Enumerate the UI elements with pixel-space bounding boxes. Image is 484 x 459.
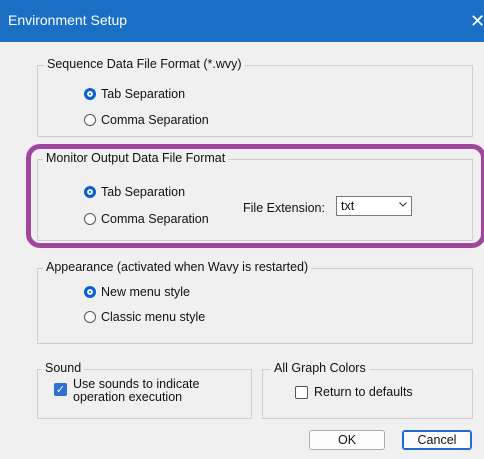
sequence-tab-label: Tab Separation bbox=[101, 87, 186, 101]
sequence-tab-radio[interactable]: Tab Separation bbox=[84, 87, 185, 101]
radio-on-icon bbox=[84, 88, 96, 100]
sounds-line-1: Use sounds to indicate bbox=[73, 377, 200, 391]
classic-menu-label: Classic menu style bbox=[101, 310, 206, 324]
new-menu-label: New menu style bbox=[101, 285, 190, 299]
cancel-button[interactable]: Cancel bbox=[402, 430, 472, 450]
radio-off-icon bbox=[84, 114, 96, 126]
window-title: Environment Setup bbox=[8, 12, 128, 28]
radio-off-icon bbox=[84, 311, 96, 323]
sequence-comma-radio[interactable]: Comma Separation bbox=[84, 113, 209, 127]
title-bar: Environment Setup ✕ bbox=[0, 0, 484, 42]
checkbox-icon bbox=[295, 385, 308, 399]
appearance-label: Appearance (activated when Wavy is resta… bbox=[43, 260, 312, 274]
return-defaults-label: Return to defaults bbox=[314, 385, 413, 399]
sound-label: Sound bbox=[42, 361, 85, 375]
return-defaults-checkbox[interactable]: Return to defaults bbox=[295, 385, 413, 399]
sounds-line-2: operation execution bbox=[73, 390, 183, 404]
highlight-frame bbox=[26, 144, 484, 248]
appearance-group: Appearance (activated when Wavy is resta… bbox=[37, 260, 473, 344]
classic-menu-radio[interactable]: Classic menu style bbox=[84, 310, 205, 324]
close-icon[interactable]: ✕ bbox=[470, 12, 484, 30]
sounds-checkbox-text: Use sounds to indicate operation executi… bbox=[73, 378, 199, 404]
new-menu-radio[interactable]: New menu style bbox=[84, 285, 190, 299]
check-icon: ✓ bbox=[54, 383, 67, 396]
radio-on-icon bbox=[84, 286, 96, 298]
sequence-comma-label: Comma Separation bbox=[101, 113, 209, 127]
ok-button[interactable]: OK bbox=[309, 430, 385, 450]
sounds-checkbox[interactable]: ✓ Use sounds to indicate operation execu… bbox=[54, 378, 199, 404]
sequence-format-label: Sequence Data File Format (*.wvy) bbox=[44, 57, 245, 71]
graph-colors-label: All Graph Colors bbox=[271, 361, 369, 375]
